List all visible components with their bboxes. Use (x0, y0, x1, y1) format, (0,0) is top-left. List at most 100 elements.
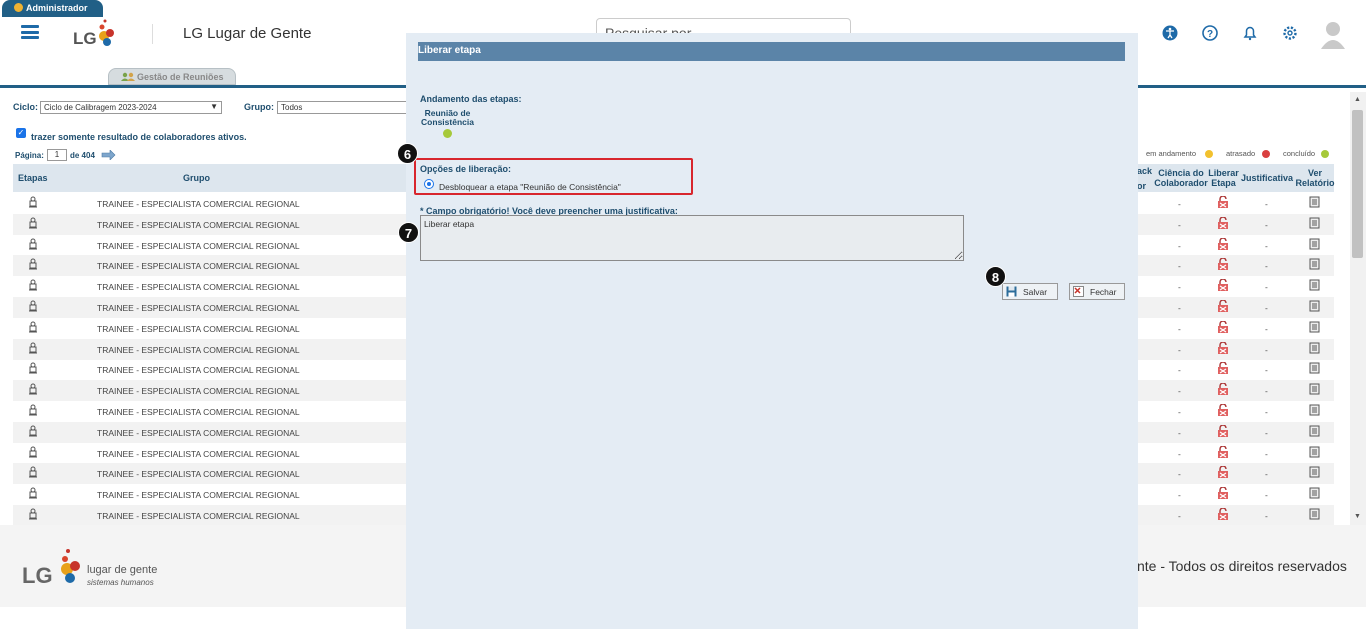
stages-icon[interactable] (28, 321, 38, 335)
row-grupo: TRAINEE - ESPECIALISTA COMERCIAL REGIONA… (97, 365, 300, 376)
stages-icon[interactable] (28, 217, 38, 231)
report-icon[interactable] (1309, 258, 1320, 272)
row-grupo: TRAINEE - ESPECIALISTA COMERCIAL REGIONA… (97, 448, 300, 459)
unlock-stage-icon[interactable] (1217, 382, 1229, 398)
unlock-stage-icon[interactable] (1217, 361, 1229, 377)
row-ciencia: - (1178, 303, 1181, 313)
stages-icon[interactable] (28, 362, 38, 376)
report-icon[interactable] (1309, 466, 1320, 480)
stages-icon[interactable] (28, 342, 38, 356)
report-icon[interactable] (1309, 425, 1320, 439)
annotation-badge-8: 8 (985, 266, 1006, 287)
active-only-label: trazer somente resultado de colaboradore… (31, 132, 247, 142)
tab-administrador[interactable]: Administrador (2, 0, 103, 17)
save-button[interactable]: Salvar (1002, 283, 1058, 300)
row-justificativa: - (1265, 303, 1268, 313)
stages-icon[interactable] (28, 300, 38, 314)
scroll-up-icon[interactable]: ▲ (1354, 96, 1361, 103)
report-icon[interactable] (1309, 487, 1320, 501)
row-justificativa: - (1265, 511, 1268, 521)
legend-dot-in-progress (1205, 150, 1213, 158)
stages-icon[interactable] (28, 383, 38, 397)
report-icon[interactable] (1309, 238, 1320, 252)
row-ciencia: - (1178, 427, 1181, 438)
unlock-stage-icon[interactable] (1217, 320, 1229, 336)
row-grupo: TRAINEE - ESPECIALISTA COMERCIAL REGIONA… (97, 282, 300, 293)
avatar[interactable] (1321, 19, 1345, 49)
ciclo-select[interactable]: Ciclo de Calibragem 2023-2024 ▼ (40, 101, 222, 114)
unlock-stage-icon[interactable] (1217, 424, 1229, 440)
report-icon[interactable] (1309, 217, 1320, 231)
stages-icon[interactable] (28, 487, 38, 501)
unlock-stage-icon[interactable] (1217, 340, 1229, 357)
accessibility-icon[interactable] (1161, 24, 1179, 42)
unlock-stage-icon[interactable] (1217, 299, 1229, 315)
gear-icon[interactable] (1281, 24, 1299, 42)
grupo-select[interactable]: Todos (277, 101, 406, 114)
unlock-stage-icon[interactable] (1217, 216, 1229, 232)
unlock-stage-icon[interactable] (1217, 195, 1229, 211)
ciclo-value: Ciclo de Calibragem 2023-2024 (44, 103, 157, 112)
menu-icon[interactable] (21, 25, 39, 39)
grupo-label: Grupo: (244, 102, 274, 112)
row-grupo: TRAINEE - ESPECIALISTA COMERCIAL REGIONA… (97, 323, 300, 334)
row-grupo: TRAINEE - ESPECIALISTA COMERCIAL REGIONA… (97, 199, 300, 209)
unlock-stage-icon[interactable] (1217, 257, 1229, 273)
report-icon[interactable] (1309, 196, 1320, 210)
report-icon[interactable] (1309, 446, 1320, 460)
row-grupo: TRAINEE - ESPECIALISTA COMERCIAL REGIONA… (97, 490, 300, 501)
chevron-down-icon: ▼ (210, 102, 218, 111)
report-icon[interactable] (1309, 362, 1320, 376)
unlock-stage-icon[interactable] (1217, 278, 1229, 294)
tab-gestao-reunioes[interactable]: Gestão de Reuniões (108, 68, 236, 85)
lg-logo[interactable]: LG (71, 14, 121, 54)
unlock-stage-icon[interactable] (1217, 236, 1229, 253)
row-grupo: TRAINEE - ESPECIALISTA COMERCIAL REGIONA… (97, 427, 300, 438)
report-icon[interactable] (1309, 342, 1320, 356)
stages-icon[interactable] (28, 238, 38, 252)
scroll-down-icon[interactable]: ▼ (1354, 513, 1361, 520)
row-justificativa: - (1265, 427, 1268, 438)
next-page-arrow-icon[interactable] (101, 150, 116, 160)
stages-icon[interactable] (28, 404, 38, 418)
close-button[interactable]: Fechar (1069, 283, 1125, 300)
row-justificativa: - (1265, 407, 1268, 417)
unlock-stage-icon[interactable] (1217, 403, 1229, 419)
col-justificativa: Justificativa (1240, 173, 1294, 183)
scrollbar-thumb[interactable] (1352, 110, 1363, 258)
row-ciencia: - (1178, 219, 1181, 230)
stages-icon[interactable] (28, 279, 38, 293)
row-justificativa: - (1265, 469, 1268, 480)
justification-textarea[interactable]: Liberar etapa (420, 215, 964, 261)
legend-dot-late (1262, 150, 1270, 158)
report-icon[interactable] (1309, 383, 1320, 397)
stages-icon[interactable] (28, 446, 38, 460)
report-icon[interactable] (1309, 300, 1320, 314)
stages-icon[interactable] (28, 508, 38, 522)
globe-icon (14, 3, 23, 12)
liberar-etapa-modal: Liberar etapa Andamento das etapas: Reun… (406, 33, 1138, 629)
bell-icon[interactable] (1241, 24, 1259, 42)
report-icon[interactable] (1309, 404, 1320, 418)
unlock-stage-icon[interactable] (1217, 444, 1229, 461)
close-icon (1073, 286, 1084, 297)
stages-icon[interactable] (28, 196, 38, 210)
row-justificativa: - (1265, 219, 1268, 230)
stages-icon[interactable] (28, 425, 38, 439)
unlock-stage-icon[interactable] (1217, 465, 1229, 481)
grupo-value: Todos (281, 103, 303, 112)
help-icon[interactable]: ? (1201, 24, 1219, 42)
col-feedback-partial: ack or (1137, 166, 1153, 191)
stages-icon[interactable] (28, 258, 38, 272)
row-ciencia: - (1178, 199, 1181, 209)
stages-icon[interactable] (28, 466, 38, 480)
report-icon[interactable] (1309, 321, 1320, 335)
page-input[interactable]: 1 (47, 149, 67, 161)
report-icon[interactable] (1309, 279, 1320, 293)
report-icon[interactable] (1309, 508, 1320, 522)
active-only-checkbox[interactable]: ✓ (16, 128, 26, 138)
unlock-stage-icon[interactable] (1217, 507, 1229, 523)
stage-status-dot (443, 129, 452, 138)
unlock-stage-radio[interactable] (424, 179, 434, 189)
unlock-stage-icon[interactable] (1217, 486, 1229, 502)
